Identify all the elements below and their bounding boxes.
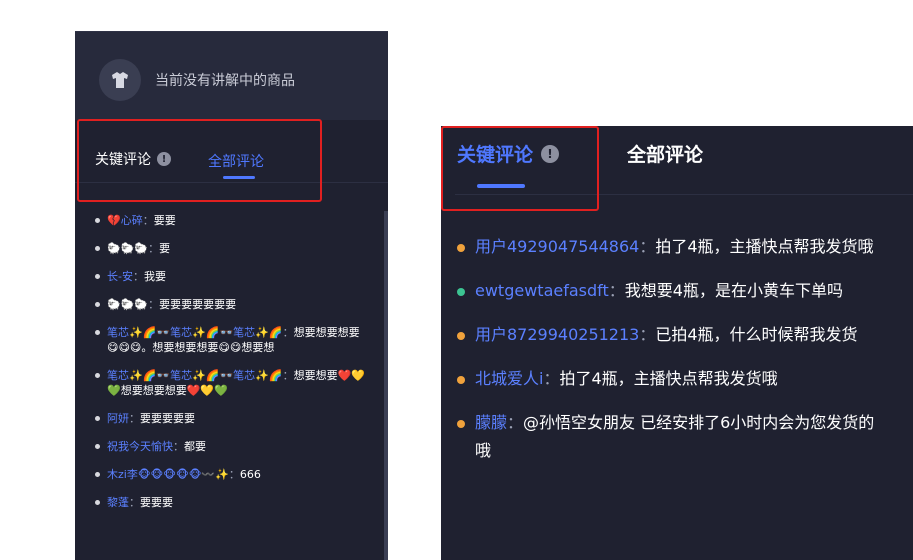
left-live-comment-panel: 当前没有讲解中的商品 关键评论 ! 全部评论 💔心碎：要要 🐑🐑🐑：要 长-安：我要… (75, 31, 388, 560)
comment-tabs: 关键评论 ! 全部评论 (75, 119, 388, 183)
divider (75, 182, 388, 183)
comment-item: 长-安：我要 (95, 269, 367, 284)
comment-item: 笔芯✨🌈👓笔芯✨🌈👓笔芯✨🌈：想要想要❤️💛💚想要想要想要❤️💛💚 (95, 368, 367, 398)
right-live-comment-panel: 关键评论 ! 全部评论 用户4929047544864：拍了4瓶，主播快点帮我发… (441, 126, 913, 560)
tab-key-comments[interactable]: 关键评论 ! (95, 149, 171, 169)
comment-item: 用户8729940251213：已拍4瓶，什么时候帮我发货 (457, 321, 877, 349)
comment-username[interactable]: 用户8729940251213 (475, 325, 639, 344)
comment-separator: ： (132, 270, 144, 283)
comment-username[interactable]: 长-安 (107, 270, 133, 283)
comment-username[interactable]: 黎蓬 (107, 496, 129, 509)
info-icon[interactable]: ! (157, 152, 171, 166)
comment-username[interactable]: 💔心碎 (107, 214, 143, 227)
scrollbar[interactable] (384, 211, 388, 560)
comment-item: 💔心碎：要要 (95, 213, 367, 228)
tab-all-comments[interactable]: 全部评论 (208, 151, 264, 171)
comment-separator: ： (228, 468, 240, 481)
comment-separator: ： (148, 298, 160, 311)
comment-item: 木zi李🐵🐵🐵🐵🐵〰️✨：666 (95, 467, 367, 482)
comment-username[interactable]: 木zi李🐵🐵🐵🐵🐵〰️✨ (107, 468, 229, 481)
product-placeholder-icon (99, 59, 141, 101)
comment-text: 拍了4瓶，主播快点帮我发货哦 (559, 369, 778, 388)
comment-text: @孙悟空女朋友 已经安排了6小时内会为您发货的哦 (475, 413, 875, 460)
comment-text: 都要 (184, 440, 206, 453)
comment-separator: ： (282, 369, 294, 382)
comment-username[interactable]: 阿妍 (107, 412, 129, 425)
comment-item: ewtgewtaefasdft：我想要4瓶，是在小黄车下单吗 (457, 277, 877, 305)
comment-text: 我要 (143, 270, 166, 283)
tab-key-comments-zoomed[interactable]: 关键评论 ! (457, 140, 560, 167)
active-tab-indicator (477, 184, 525, 188)
comment-list-zoomed: 用户4929047544864：拍了4瓶，主播快点帮我发货哦 ewtgewtaef… (457, 233, 877, 481)
comment-text: 要 (159, 242, 171, 255)
comment-separator: ： (639, 325, 656, 344)
comment-text: 拍了4瓶，主播快点帮我发货哦 (655, 237, 874, 256)
info-icon[interactable]: ! (541, 144, 560, 163)
comment-username[interactable]: 🐑🐑🐑 (107, 298, 148, 311)
comment-username[interactable]: 用户4929047544864 (475, 237, 639, 256)
tab-all-comments-zoomed[interactable]: 全部评论 (627, 140, 703, 167)
comment-separator: ： (129, 412, 140, 425)
comment-separator: ： (282, 326, 294, 339)
comment-username[interactable]: 🐑🐑🐑 (107, 242, 148, 255)
comment-text: 我想要4瓶，是在小黄车下单吗 (624, 281, 843, 300)
comment-text: 要要 (153, 214, 176, 227)
comment-username[interactable]: ewtgewtaefasdft (475, 281, 609, 300)
comment-item: 🐑🐑🐑：要 (95, 241, 367, 256)
current-product-banner: 当前没有讲解中的商品 (75, 31, 388, 120)
comment-username[interactable]: 笔芯✨🌈👓笔芯✨🌈👓笔芯✨🌈 (107, 326, 283, 339)
comment-separator: ： (142, 214, 154, 227)
comment-username[interactable]: 祝我今天愉快 (107, 440, 173, 453)
comment-text: 要要要要要要要 (159, 298, 237, 311)
comment-separator: ： (173, 440, 184, 453)
tab-key-label: 关键评论 (457, 144, 534, 166)
comment-list: 💔心碎：要要 🐑🐑🐑：要 长-安：我要 🐑🐑🐑：要要要要要要要 笔芯✨🌈👓笔芯✨🌈👓笔芯… (95, 213, 367, 523)
comment-separator: ： (507, 413, 524, 432)
comment-separator: ： (639, 237, 656, 256)
comment-separator: ： (543, 369, 560, 388)
comment-text: 666 (239, 468, 261, 481)
comment-item: 祝我今天愉快：都要 (95, 439, 367, 454)
no-product-text: 当前没有讲解中的商品 (155, 73, 295, 89)
comment-item: 笔芯✨🌈👓笔芯✨🌈👓笔芯✨🌈：想要想要想要😋😋😋。想要想要想要😋😋想要想 (95, 325, 367, 355)
comment-item: 朦朦：@孙悟空女朋友 已经安排了6小时内会为您发货的哦 (457, 409, 877, 465)
comment-item: 用户4929047544864：拍了4瓶，主播快点帮我发货哦 (457, 233, 877, 261)
comment-item: 🐑🐑🐑：要要要要要要要 (95, 297, 367, 312)
comment-username[interactable]: 笔芯✨🌈👓笔芯✨🌈👓笔芯✨🌈 (107, 369, 283, 382)
tab-key-label: 关键评论 (95, 152, 151, 168)
comment-username[interactable]: 北城爱人i (475, 369, 543, 388)
comment-text: 要要要要要 (140, 412, 195, 425)
comment-item: 黎蓬：要要要 (95, 495, 367, 510)
comment-separator: ： (148, 242, 160, 255)
comment-separator: ： (129, 496, 140, 509)
comment-item: 北城爱人i：拍了4瓶，主播快点帮我发货哦 (457, 365, 877, 393)
divider (455, 194, 913, 195)
comment-text: 要要要 (140, 496, 173, 509)
active-tab-indicator (223, 176, 255, 179)
comment-text: 已拍4瓶，什么时候帮我发货 (655, 325, 858, 344)
comment-separator: ： (608, 281, 625, 300)
comment-item: 阿妍：要要要要要 (95, 411, 367, 426)
comment-username[interactable]: 朦朦 (475, 413, 507, 432)
